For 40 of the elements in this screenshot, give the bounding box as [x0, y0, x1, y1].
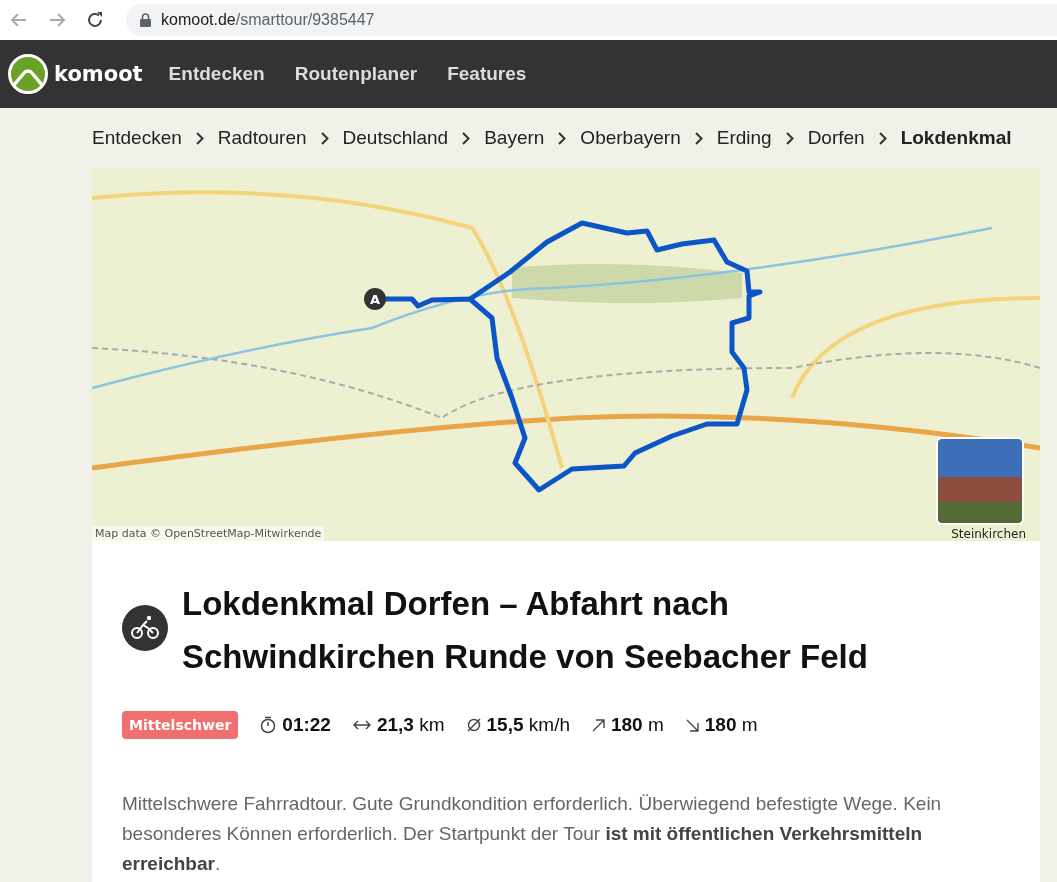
chevron-right-icon	[694, 131, 703, 145]
stat-value: 180 m	[611, 714, 664, 736]
stat-value: 01:22	[282, 714, 331, 736]
arrow-up-right-icon	[592, 718, 605, 732]
url-text: komoot.de/smarttour/9385447	[161, 11, 375, 29]
average-icon	[466, 718, 481, 732]
chevron-right-icon	[878, 131, 887, 145]
breadcrumb-link[interactable]: Deutschland	[342, 127, 449, 149]
breadcrumb-link[interactable]: Lokdenkmal	[900, 127, 1012, 149]
breadcrumb-link[interactable]: Radtouren	[217, 127, 307, 149]
map-attribution: Map data © OpenStreetMap-Mitwirkende	[92, 526, 325, 541]
stat-value: 21,3 km	[376, 714, 445, 736]
breadcrumb-link[interactable]: Erding	[716, 127, 772, 149]
logo-text[interactable]: komoot	[54, 62, 143, 86]
nav-link[interactable]: Features	[447, 63, 527, 85]
breadcrumb-link[interactable]: Dorfen	[807, 127, 865, 149]
stopwatch-icon	[260, 716, 277, 734]
breadcrumb-link[interactable]: Entdecken	[92, 127, 182, 149]
chevron-right-icon	[558, 131, 567, 145]
chevron-right-icon	[462, 131, 471, 145]
breadcrumb-link[interactable]: Bayern	[484, 127, 545, 149]
bicycle-icon	[122, 605, 168, 651]
chevron-right-icon	[785, 131, 794, 145]
stat-value: 15,5 km/h	[486, 714, 570, 736]
lock-icon	[140, 13, 151, 27]
mountain-logo-icon[interactable]	[8, 54, 48, 94]
tour-title: Lokdenkmal Dorfen – Abfahrt nach Schwindkirchen Runde von Seebacher Feld	[182, 584, 869, 677]
address-bar[interactable]: komoot.de/smarttour/9385447	[126, 4, 1057, 36]
nav-link[interactable]: Entdecken	[168, 63, 265, 85]
difficulty-badge: Mittelschwer	[122, 711, 239, 739]
nav-link[interactable]: Routenplaner	[294, 63, 418, 85]
horizontal-arrows-icon	[352, 719, 371, 731]
breadcrumb-link[interactable]: Oberbayern	[580, 127, 681, 149]
photo-caption: Steinkirchen	[951, 527, 1026, 541]
photo-placeholder[interactable]	[936, 437, 1024, 525]
arrow-down-right-icon	[685, 718, 699, 732]
tour-description: Mittelschwere Fahrradtour. Gute Grundkondition erforderlich. Überwiegend befestigte Wege. Kein besonderes Können erforderlich. Der Startpunkt der Tour ist mit öffentlichen Verkehrsmitteln erreichbar.	[122, 792, 943, 876]
chevron-right-icon	[320, 131, 329, 145]
chevron-right-icon	[195, 131, 204, 145]
stat-value: 180 m	[704, 714, 758, 736]
